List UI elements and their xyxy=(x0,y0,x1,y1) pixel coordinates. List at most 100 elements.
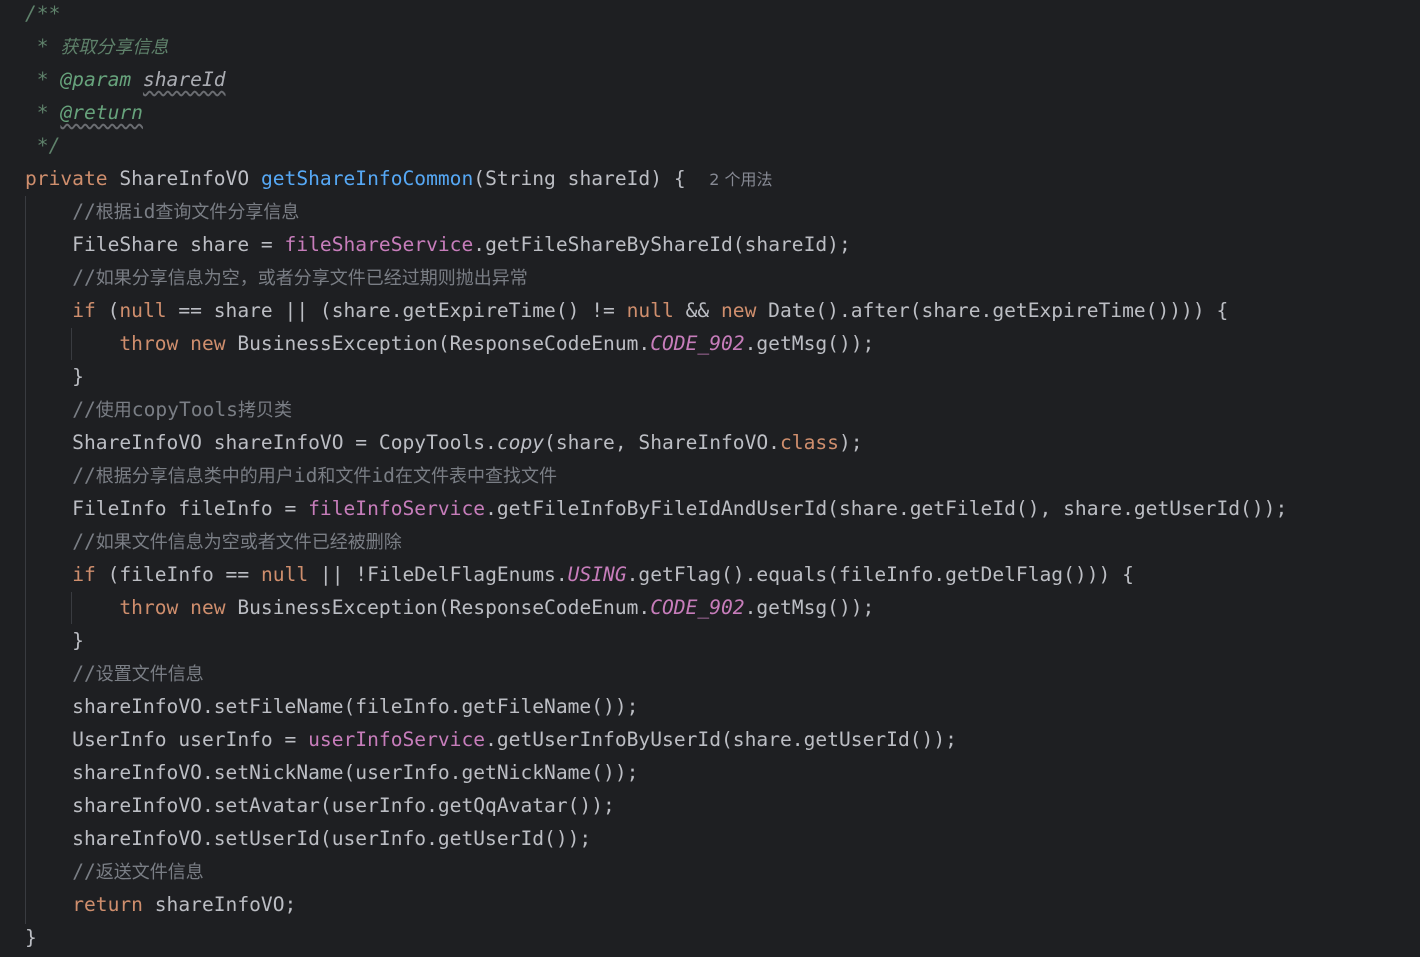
code-token: // xyxy=(72,860,96,883)
code-token: 和文件 xyxy=(317,466,372,487)
code-token: private xyxy=(25,167,108,190)
code-token: 拷贝类 xyxy=(237,400,292,421)
code-token: shareInfoVO.setNickName(userInfo.getNick… xyxy=(25,761,639,784)
code-line: FileInfo fileInfo = fileInfoService.getF… xyxy=(25,492,1287,525)
code-line: throw new BusinessException(ResponseCode… xyxy=(25,591,874,624)
code-token: Date().after(share.getExpireTime()))) { xyxy=(756,299,1229,322)
code-line: } xyxy=(25,921,37,954)
code-token: // xyxy=(72,530,96,553)
code-token: id xyxy=(371,464,395,487)
code-token: 如果分享信息为空，或者分享文件已经过期则抛出异常 xyxy=(95,268,528,289)
code-line: throw new BusinessException(ResponseCode… xyxy=(25,327,874,360)
code-token: shareId xyxy=(142,68,226,91)
code-line: //如果分享信息为空，或者分享文件已经过期则抛出异常 xyxy=(25,261,528,294)
code-token: * xyxy=(25,35,61,58)
code-token: userInfoService xyxy=(308,728,486,751)
code-line: //设置文件信息 xyxy=(25,657,204,690)
code-token: ShareInfoVO shareInfoVO = CopyTools. xyxy=(25,431,497,454)
code-line: //使用copyTools拷贝类 xyxy=(25,393,292,426)
code-token: (fileInfo == xyxy=(95,563,261,586)
code-line: shareInfoVO.setAvatar(userInfo.getQqAvat… xyxy=(25,789,615,822)
code-token: FileShare share = xyxy=(25,233,285,256)
code-token: (share, ShareInfoVO. xyxy=(544,431,780,454)
code-token: 返送文件信息 xyxy=(95,862,204,883)
code-line: //根据分享信息类中的用户id和文件id在文件表中查找文件 xyxy=(25,459,557,492)
code-token: shareInfoVO; xyxy=(142,893,297,916)
code-token: if xyxy=(72,299,96,322)
code-token: new xyxy=(190,332,226,355)
code-token: id xyxy=(131,200,156,223)
code-token: 根据 xyxy=(95,202,132,223)
code-line: //如果文件信息为空或者文件已经被删除 xyxy=(25,525,402,558)
code-line: shareInfoVO.setFileName(fileInfo.getFile… xyxy=(25,690,638,723)
code-token: // xyxy=(72,464,96,487)
code-token: CODE_902 xyxy=(650,332,745,355)
code-token: .getMsg()); xyxy=(744,596,875,619)
code-token: @return xyxy=(60,101,143,124)
code-token: // xyxy=(72,662,96,685)
code-token: } xyxy=(25,926,37,949)
code-token: null xyxy=(119,299,167,322)
code-token: 获取分享信息 xyxy=(60,37,169,58)
code-token: @param xyxy=(60,68,132,91)
code-token: shareInfoVO.setAvatar(userInfo.getQqAvat… xyxy=(25,794,615,817)
code-token: 如果文件信息为空或者文件已经被删除 xyxy=(95,532,402,553)
code-token: } xyxy=(25,365,84,388)
code-token: null xyxy=(626,299,674,322)
code-token: (String shareId) { xyxy=(473,167,710,190)
code-token: throw xyxy=(119,596,179,619)
code-token: 在文件表中查找文件 xyxy=(394,466,557,487)
code-line: return shareInfoVO; xyxy=(25,888,296,921)
code-token: shareInfoVO.setFileName(fileInfo.getFile… xyxy=(25,695,639,718)
code-token: new xyxy=(190,596,226,619)
code-token: fileShareService xyxy=(284,233,474,256)
code-token: // xyxy=(72,266,96,289)
code-line: if (null == share || (share.getExpireTim… xyxy=(25,294,1228,327)
code-token: 使用 xyxy=(95,400,132,421)
code-line: //返送文件信息 xyxy=(25,855,204,888)
code-token: .getFlag().equals(fileInfo.getDelFlag())… xyxy=(626,563,1134,586)
code-line: */ xyxy=(25,129,61,162)
code-token: return xyxy=(72,893,143,916)
code-token: .getFileShareByShareId(shareId); xyxy=(473,233,851,256)
code-token: BusinessException(ResponseCodeEnum. xyxy=(225,332,651,355)
code-line: shareInfoVO.setUserId(userInfo.getUserId… xyxy=(25,822,591,855)
code-line: } xyxy=(25,360,84,393)
code-token: CODE_902 xyxy=(650,596,745,619)
code-token: USING xyxy=(567,563,627,586)
code-token: && xyxy=(673,299,721,322)
code-token: if xyxy=(72,563,96,586)
code-line: shareInfoVO.setNickName(userInfo.getNick… xyxy=(25,756,638,789)
code-token: * xyxy=(25,68,61,91)
code-token: ShareInfoVO xyxy=(107,167,261,190)
usages-hint[interactable]: 2 个用法 xyxy=(709,170,772,189)
code-editor[interactable]: /** * 获取分享信息 * @param shareId * @return … xyxy=(0,0,1420,957)
code-token: 根据分享信息类中的用户 xyxy=(95,466,294,487)
code-line: * @param shareId xyxy=(25,63,226,96)
code-line: * @return xyxy=(25,96,143,129)
code-line: } xyxy=(25,624,84,657)
code-token: 查询文件分享信息 xyxy=(155,202,300,223)
code-token: copy xyxy=(496,431,545,454)
code-token: .getMsg()); xyxy=(744,332,875,355)
code-token: == share || (share.getExpireTime() != xyxy=(166,299,627,322)
code-line: //根据id查询文件分享信息 xyxy=(25,195,299,228)
code-line: if (fileInfo == null || !FileDelFlagEnum… xyxy=(25,558,1134,591)
code-token: */ xyxy=(25,134,61,157)
code-line: UserInfo userInfo = userInfoService.getU… xyxy=(25,723,957,756)
code-token: .getFileInfoByFileIdAndUserId(share.getF… xyxy=(485,497,1288,520)
code-token: id xyxy=(293,464,318,487)
code-token: 设置文件信息 xyxy=(95,664,204,685)
